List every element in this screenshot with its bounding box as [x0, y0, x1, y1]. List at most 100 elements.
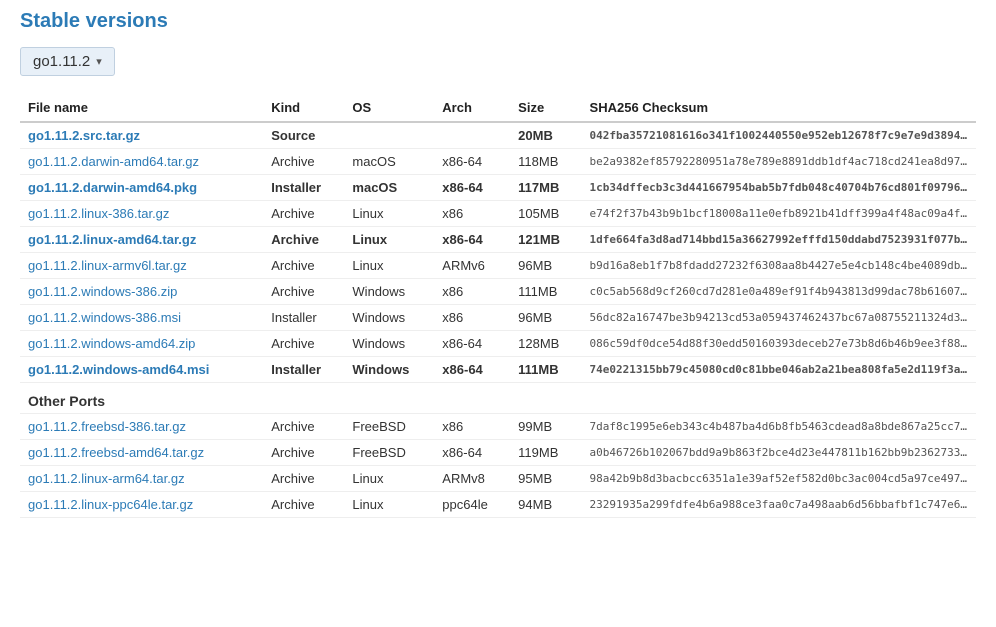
cell-size: 96MB — [510, 305, 581, 331]
cell-kind: Archive — [263, 466, 344, 492]
cell-arch: ARMv8 — [434, 466, 510, 492]
cell-filename: go1.11.2.linux-386.tar.gz — [20, 201, 263, 227]
cell-filename: go1.11.2.windows-amd64.zip — [20, 331, 263, 357]
cell-kind: Archive — [263, 149, 344, 175]
cell-kind: Archive — [263, 331, 344, 357]
cell-filename: go1.11.2.darwin-amd64.pkg — [20, 175, 263, 201]
file-link[interactable]: go1.11.2.src.tar.gz — [28, 128, 140, 143]
col-header-size: Size — [510, 94, 581, 122]
cell-filename: go1.11.2.freebsd-amd64.tar.gz — [20, 440, 263, 466]
file-link[interactable]: go1.11.2.linux-arm64.tar.gz — [28, 471, 185, 486]
cell-arch: x86 — [434, 279, 510, 305]
file-link[interactable]: go1.11.2.windows-386.msi — [28, 310, 181, 325]
cell-os: Windows — [344, 279, 434, 305]
cell-kind: Installer — [263, 305, 344, 331]
cell-kind: Source — [263, 122, 344, 149]
cell-checksum: 042fba35721081616o341f1002440550e952eb12… — [582, 122, 976, 149]
cell-size: 99MB — [510, 414, 581, 440]
cell-os: Linux — [344, 201, 434, 227]
col-header-filename: File name — [20, 94, 263, 122]
cell-checksum: e74f2f37b43b9b1bcf18008a11e0efb8921b41df… — [582, 201, 976, 227]
cell-kind: Installer — [263, 175, 344, 201]
file-link[interactable]: go1.11.2.linux-ppc64le.tar.gz — [28, 497, 193, 512]
table-row: go1.11.2.linux-armv6l.tar.gz ArchiveLinux… — [20, 253, 976, 279]
downloads-table: File name Kind OS Arch Size SHA256 Check… — [20, 94, 976, 518]
file-link[interactable]: go1.11.2.windows-amd64.msi — [28, 362, 209, 377]
cell-kind: Archive — [263, 227, 344, 253]
cell-os: Linux — [344, 466, 434, 492]
cell-filename: go1.11.2.darwin-amd64.tar.gz — [20, 149, 263, 175]
table-row: go1.11.2.linux-amd64.tar.gzArchiveLinuxx… — [20, 227, 976, 253]
table-row: go1.11.2.windows-amd64.zip ArchiveWindows… — [20, 331, 976, 357]
cell-filename: go1.11.2.linux-ppc64le.tar.gz — [20, 492, 263, 518]
cell-checksum: b9d16a8eb1f7b8fdadd27232f6308aa8b4427e5e… — [582, 253, 976, 279]
cell-os: Linux — [344, 227, 434, 253]
cell-size: 94MB — [510, 492, 581, 518]
cell-arch: x86 — [434, 201, 510, 227]
file-link[interactable]: go1.11.2.linux-armv6l.tar.gz — [28, 258, 187, 273]
cell-arch: x86-64 — [434, 331, 510, 357]
cell-kind: Archive — [263, 201, 344, 227]
file-link[interactable]: go1.11.2.darwin-amd64.tar.gz — [28, 154, 199, 169]
cell-size: 111MB — [510, 357, 581, 383]
file-link[interactable]: go1.11.2.freebsd-amd64.tar.gz — [28, 445, 204, 460]
file-link[interactable]: go1.11.2.linux-386.tar.gz — [28, 206, 169, 221]
cell-arch: ppc64le — [434, 492, 510, 518]
cell-checksum: 98a42b9b8d3bacbcc6351a1e39af52ef582d0bc3… — [582, 466, 976, 492]
file-link[interactable]: go1.11.2.windows-amd64.zip — [28, 336, 195, 351]
file-link[interactable]: go1.11.2.darwin-amd64.pkg — [28, 180, 197, 195]
col-header-kind: Kind — [263, 94, 344, 122]
cell-kind: Archive — [263, 253, 344, 279]
table-row: go1.11.2.darwin-amd64.pkgInstallermacOSx… — [20, 175, 976, 201]
cell-checksum: a0b46726b102067bdd9a9b863f2bce4d23e44781… — [582, 440, 976, 466]
version-selector[interactable]: go1.11.2 ▾ — [20, 47, 115, 76]
cell-filename: go1.11.2.src.tar.gz — [20, 122, 263, 149]
cell-filename: go1.11.2.linux-armv6l.tar.gz — [20, 253, 263, 279]
cell-size: 121MB — [510, 227, 581, 253]
cell-filename: go1.11.2.linux-arm64.tar.gz — [20, 466, 263, 492]
cell-size: 117MB — [510, 175, 581, 201]
table-row: go1.11.2.freebsd-amd64.tar.gz ArchiveFree… — [20, 440, 976, 466]
file-link[interactable]: go1.11.2.freebsd-386.tar.gz — [28, 419, 186, 434]
cell-checksum: c0c5ab568d9cf260cd7d281e0a489ef91f4b9438… — [582, 279, 976, 305]
cell-size: 96MB — [510, 253, 581, 279]
cell-kind: Archive — [263, 440, 344, 466]
cell-filename: go1.11.2.linux-amd64.tar.gz — [20, 227, 263, 253]
cell-kind: Archive — [263, 279, 344, 305]
cell-size: 111MB — [510, 279, 581, 305]
other-ports-section-header: Other Ports — [20, 383, 976, 414]
other-ports-label: Other Ports — [20, 383, 976, 414]
cell-checksum: 086c59df0dce54d88f30edd50160393deceb27e7… — [582, 331, 976, 357]
cell-os: Windows — [344, 331, 434, 357]
cell-checksum: 56dc82a16747be3b94213cd53a059437462437bc… — [582, 305, 976, 331]
table-row: go1.11.2.windows-amd64.msi InstallerWindo… — [20, 357, 976, 383]
cell-arch: x86 — [434, 414, 510, 440]
cell-arch: x86 — [434, 305, 510, 331]
cell-checksum: 23291935a299fdfe4b6a988ce3faa0c7a498aab6… — [582, 492, 976, 518]
table-row: go1.11.2.linux-386.tar.gz ArchiveLinuxx86… — [20, 201, 976, 227]
cell-kind: Installer — [263, 357, 344, 383]
cell-arch: x86-64 — [434, 149, 510, 175]
table-row: go1.11.2.freebsd-386.tar.gzArchiveFreeBS… — [20, 414, 976, 440]
cell-os: Windows — [344, 357, 434, 383]
file-link[interactable]: go1.11.2.windows-386.zip — [28, 284, 177, 299]
cell-size: 119MB — [510, 440, 581, 466]
cell-arch: x86-64 — [434, 440, 510, 466]
dropdown-arrow-icon: ▾ — [96, 55, 102, 68]
cell-size: 118MB — [510, 149, 581, 175]
cell-os: Linux — [344, 253, 434, 279]
cell-kind: Archive — [263, 492, 344, 518]
cell-size: 95MB — [510, 466, 581, 492]
cell-checksum: 74e0221315bb79c45080cd0c81bbe046ab2a21be… — [582, 357, 976, 383]
cell-kind: Archive — [263, 414, 344, 440]
table-row: go1.11.2.darwin-amd64.tar.gz ArchivemacOS… — [20, 149, 976, 175]
cell-filename: go1.11.2.windows-386.msi — [20, 305, 263, 331]
table-row: go1.11.2.windows-386.zip ArchiveWindowsx8… — [20, 279, 976, 305]
file-link[interactable]: go1.11.2.linux-amd64.tar.gz — [28, 232, 196, 247]
cell-os: Windows — [344, 305, 434, 331]
cell-checksum: 7daf8c1995e6eb343c4b487ba4d6b8fb5463cdea… — [582, 414, 976, 440]
cell-arch: ARMv6 — [434, 253, 510, 279]
cell-os: macOS — [344, 149, 434, 175]
cell-checksum: 1dfe664fa3d8ad714bbd15a36627992efffd150d… — [582, 227, 976, 253]
cell-os: FreeBSD — [344, 440, 434, 466]
